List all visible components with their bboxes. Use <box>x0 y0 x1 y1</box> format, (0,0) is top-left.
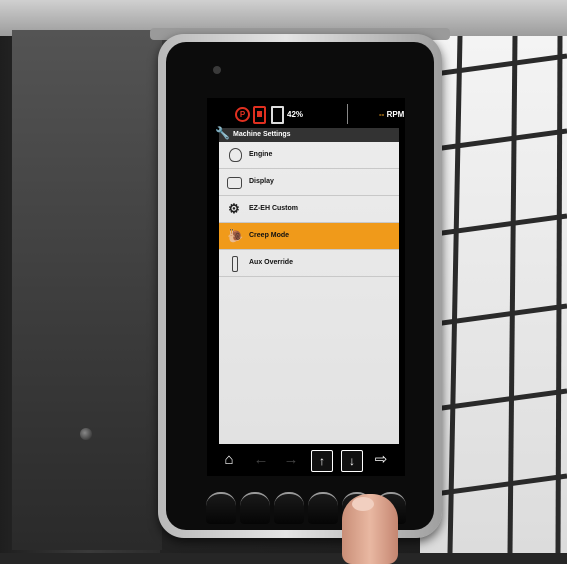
menu-item-display[interactable]: Display <box>219 169 399 196</box>
soft-key-2[interactable] <box>240 492 270 524</box>
menu-item-label: Creep Mode <box>249 232 290 239</box>
display-icon <box>227 177 242 189</box>
menu-item-creep-mode[interactable]: 🐌 Creep Mode <box>219 223 399 250</box>
menu-item-label: Display <box>249 178 274 185</box>
display-screen: P 42% -- RPM 🔧 Machine Settings Engine D… <box>207 98 405 476</box>
status-bar: P 42% -- RPM <box>207 98 405 128</box>
menu-header: 🔧 Machine Settings <box>215 126 399 142</box>
nav-bar: ⌂ ← → ↑ ↓ ⇨ <box>207 444 405 476</box>
back-arrow-icon[interactable]: ← <box>251 450 271 470</box>
fuel-icon <box>271 106 284 124</box>
snail-icon: 🐌 <box>227 228 244 243</box>
menu-item-label: EZ-EH Custom <box>249 205 298 212</box>
rpm-value: -- <box>379 110 385 119</box>
window-grille <box>420 36 567 553</box>
menu-item-label: Aux Override <box>249 259 293 266</box>
menu-item-label: Engine <box>249 151 273 158</box>
soft-key-4[interactable] <box>308 492 338 524</box>
fingernail <box>352 497 374 511</box>
soft-key-1[interactable] <box>206 492 236 524</box>
home-icon[interactable]: ⌂ <box>219 450 239 470</box>
machine-settings-menu: 🔧 Machine Settings Engine Display ⚙ EZ-E… <box>215 126 399 444</box>
fuel-percent: 42% <box>287 110 304 119</box>
aux-icon <box>232 256 238 272</box>
ambient-light-sensor <box>213 66 221 74</box>
wrench-icon: 🔧 <box>215 126 230 140</box>
menu-item-engine[interactable]: Engine <box>219 142 399 169</box>
menu-title: Machine Settings <box>233 131 291 138</box>
battery-warning-icon <box>253 106 266 124</box>
menu-item-ez-eh-custom[interactable]: ⚙ EZ-EH Custom <box>219 196 399 223</box>
up-arrow-icon[interactable]: ↑ <box>311 450 333 472</box>
engine-icon <box>229 148 242 162</box>
rpm-readout: -- RPM <box>379 110 404 119</box>
menu-item-aux-override[interactable]: Aux Override <box>219 250 399 277</box>
parking-brake-icon: P <box>235 107 250 122</box>
operator-settings-icon: ⚙ <box>228 201 240 216</box>
enter-icon[interactable]: ⇨ <box>371 450 391 470</box>
forward-arrow-icon[interactable]: → <box>281 450 301 470</box>
panel-bolt <box>80 428 92 440</box>
soft-key-3[interactable] <box>274 492 304 524</box>
cab-side-panel <box>12 30 162 550</box>
status-divider <box>347 104 348 124</box>
down-arrow-icon[interactable]: ↓ <box>341 450 363 472</box>
rpm-unit: RPM <box>386 110 405 119</box>
cab-window <box>420 36 567 553</box>
